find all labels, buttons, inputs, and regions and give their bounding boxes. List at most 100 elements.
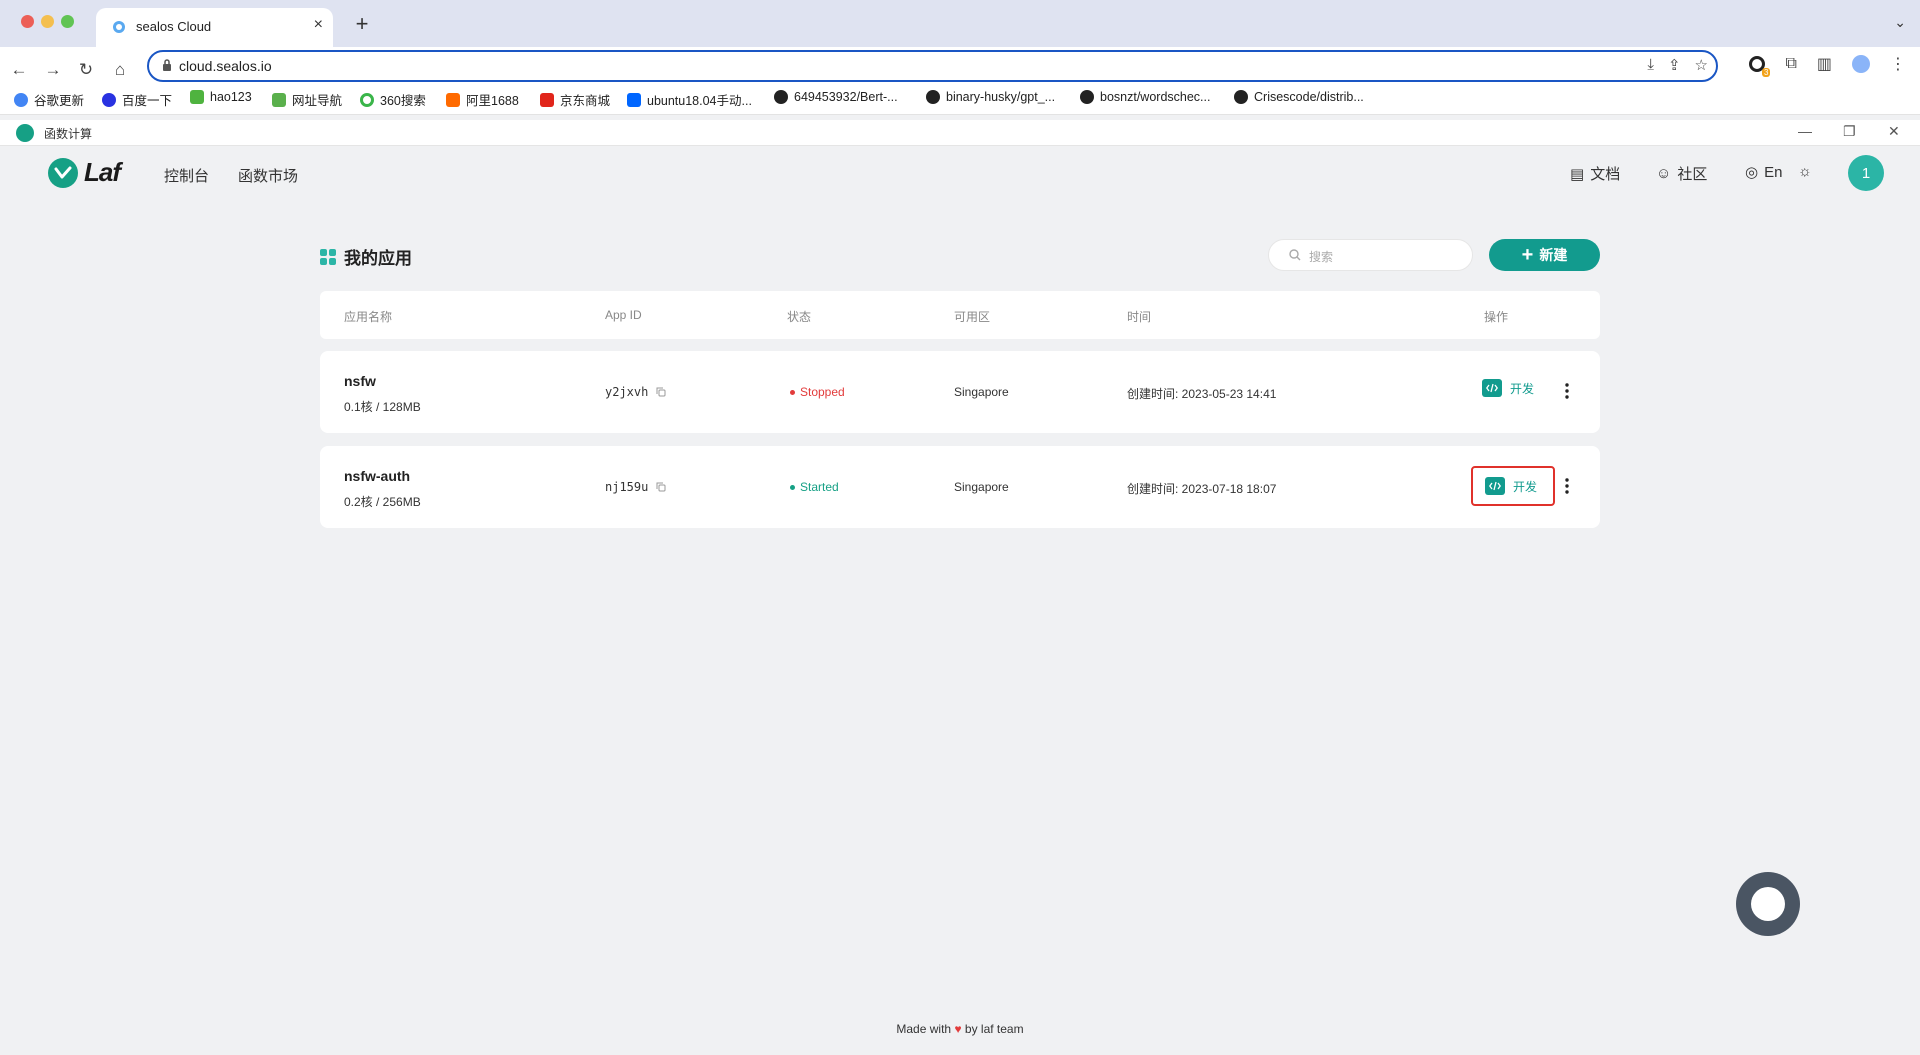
- forward-arrow-icon[interactable]: →: [42, 59, 64, 81]
- bookmark-item[interactable]: ubuntu18.04手动...: [627, 90, 752, 109]
- page-title: 我的应用: [320, 244, 412, 269]
- status-badge: Started: [790, 480, 839, 494]
- bookmark-item[interactable]: hao123: [190, 90, 252, 104]
- close-window-button[interactable]: [21, 15, 34, 28]
- bookmark-item[interactable]: 网址导航: [272, 90, 342, 109]
- app-window-title: 函数计算: [44, 127, 93, 141]
- bookmark-item[interactable]: bosnzt/wordschec...: [1080, 90, 1210, 104]
- bookmark-star-icon[interactable]: ☆: [1695, 56, 1708, 74]
- github-icon: [1080, 90, 1094, 104]
- community-link[interactable]: ☺ 社区: [1656, 163, 1707, 184]
- document-icon: ▤: [1570, 165, 1585, 183]
- bookmark-item[interactable]: 京东商城: [540, 90, 610, 109]
- column-header: 可用区: [954, 310, 991, 324]
- more-vertical-icon[interactable]: [1562, 381, 1572, 401]
- bookmark-item[interactable]: 百度一下: [102, 90, 172, 109]
- floating-button-inner: [1751, 887, 1785, 921]
- share-icon[interactable]: ⇪: [1668, 56, 1681, 74]
- bookmark-item[interactable]: 谷歌更新: [14, 90, 84, 109]
- copy-icon[interactable]: [656, 482, 666, 492]
- url-text: cloud.sealos.io: [179, 58, 272, 74]
- search-placeholder: 搜索: [1309, 250, 1334, 264]
- browser-menu-icon[interactable]: ⋮: [1890, 54, 1906, 74]
- code-icon: [1485, 477, 1505, 495]
- table-row[interactable]: nsfw 0.1核 / 128MB y2jxvh Stopped Singapo…: [320, 351, 1600, 433]
- nav-function-market[interactable]: 函数市场: [238, 165, 298, 186]
- new-app-button[interactable]: + 新建: [1489, 239, 1600, 271]
- laf-logo-text: Laf: [84, 157, 121, 187]
- bookmark-item[interactable]: 649453932/Bert-...: [774, 90, 898, 104]
- jd-icon: [540, 92, 554, 107]
- theme-toggle[interactable]: ☼: [1798, 163, 1812, 180]
- close-icon[interactable]: ✕: [1888, 123, 1900, 140]
- more-vertical-icon[interactable]: [1562, 476, 1572, 496]
- tab-close-icon[interactable]: ×: [314, 16, 323, 34]
- bookmark-item[interactable]: 360搜索: [360, 90, 426, 109]
- column-header: 状态: [787, 310, 812, 324]
- code-icon: [1482, 379, 1502, 397]
- table-row[interactable]: nsfw-auth 0.2核 / 256MB nj159u Started Si…: [320, 446, 1600, 528]
- alibaba-icon: [446, 92, 460, 107]
- globe-icon: ◎: [1745, 164, 1759, 181]
- sun-icon: ☼: [1798, 163, 1812, 180]
- side-panel-icon[interactable]: ▥: [1817, 54, 1832, 74]
- heart-icon: ♥: [954, 1022, 962, 1036]
- extension-badge-icon[interactable]: 3: [1749, 56, 1771, 77]
- restore-icon[interactable]: ❐: [1843, 123, 1856, 140]
- home-icon[interactable]: ⌂: [109, 59, 131, 81]
- app-name: nsfw-auth: [344, 468, 411, 484]
- baidu-paw-icon: [102, 92, 116, 107]
- footer: Made with ♥ by laf team: [896, 1022, 1024, 1036]
- github-icon: [774, 90, 788, 104]
- bookmarks-bar: 谷歌更新 百度一下 hao123 网址导航 360搜索 阿里1688 京东商城 …: [0, 85, 1920, 115]
- app-name: nsfw: [344, 373, 376, 389]
- grid-apps-icon: [320, 248, 336, 265]
- avatar[interactable]: 1: [1848, 155, 1884, 191]
- app-id: y2jxvh: [605, 385, 666, 399]
- status-dot: [790, 484, 795, 490]
- copy-icon[interactable]: [656, 387, 666, 397]
- minimize-icon[interactable]: —: [1798, 123, 1812, 139]
- app-zone: Singapore: [954, 385, 1009, 399]
- reload-icon[interactable]: ↻: [75, 59, 97, 81]
- column-header: App ID: [605, 308, 642, 322]
- back-arrow-icon[interactable]: ←: [8, 59, 30, 81]
- language-switch[interactable]: ◎ En: [1745, 163, 1782, 182]
- house-nav-icon: [272, 92, 286, 107]
- status-dot: [790, 389, 795, 395]
- extensions-puzzle-icon[interactable]: ⧉: [1785, 55, 1796, 73]
- search-input[interactable]: 搜索: [1268, 239, 1473, 271]
- install-app-icon[interactable]: ⤓: [1647, 56, 1654, 74]
- github-icon: [926, 90, 940, 104]
- minimize-window-button[interactable]: [41, 15, 54, 28]
- app-spec: 0.1核 / 128MB: [344, 400, 421, 414]
- plus-icon: +: [1521, 244, 1534, 266]
- github-icon: [1234, 90, 1248, 104]
- bookmark-item[interactable]: binary-husky/gpt_...: [926, 90, 1055, 104]
- app-zone: Singapore: [954, 480, 1009, 494]
- app-spec: 0.2核 / 256MB: [344, 495, 421, 509]
- profile-icon[interactable]: [1852, 55, 1870, 73]
- bookmark-item[interactable]: Crisescode/distrib...: [1234, 90, 1364, 104]
- chat-bubble-icon: ☺: [1656, 165, 1672, 182]
- bookmark-item[interactable]: 阿里1688: [446, 90, 519, 109]
- new-tab-button[interactable]: +: [350, 13, 374, 37]
- column-header: 应用名称: [344, 310, 393, 324]
- tab-search-chevron-icon[interactable]: ⌄: [1894, 14, 1906, 31]
- develop-button[interactable]: 开发: [1471, 466, 1555, 506]
- address-bar[interactable]: cloud.sealos.io ⤓ ⇪ ☆: [147, 50, 1718, 82]
- develop-button[interactable]: 开发: [1482, 379, 1534, 397]
- docs-link[interactable]: ▤ 文档: [1570, 163, 1620, 184]
- zhihu-icon: [627, 92, 641, 107]
- floating-assistant-button[interactable]: [1736, 872, 1800, 936]
- zoom-window-button[interactable]: [61, 15, 74, 28]
- laf-logo[interactable]: Laf: [48, 157, 121, 188]
- laf-app-icon: [16, 124, 34, 142]
- nav-console[interactable]: 控制台: [164, 165, 209, 186]
- extension-badge-count: 3: [1761, 68, 1771, 77]
- search-icon: [1289, 249, 1301, 261]
- laf-logo-icon: [48, 157, 78, 188]
- sealos-favicon-icon: [113, 21, 125, 33]
- browser-tab-bar: sealos Cloud × + ⌄: [0, 0, 1920, 47]
- browser-tab[interactable]: sealos Cloud ×: [96, 8, 333, 47]
